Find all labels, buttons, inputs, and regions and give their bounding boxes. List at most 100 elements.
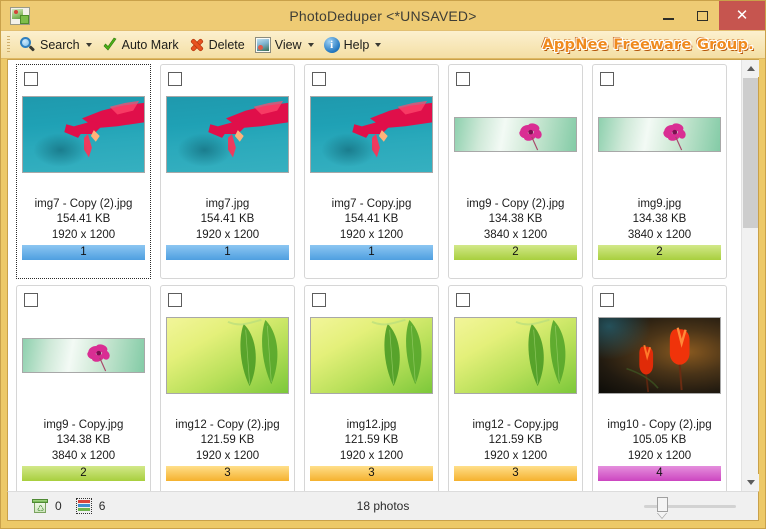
search-dropdown-caret-icon[interactable] xyxy=(85,42,92,47)
toolbar-auto-mark-button[interactable]: Auto Mark xyxy=(97,34,184,56)
file-name: img12 - Copy.jpg xyxy=(472,418,559,431)
select-checkbox[interactable] xyxy=(312,72,326,86)
thumbnail-metadata: img9 - Copy (2).jpg 134.38 KB 3840 x 1200 2 xyxy=(454,197,577,279)
recycle-bin-icon: ♺ xyxy=(32,498,48,514)
scroll-down-button[interactable] xyxy=(742,474,759,491)
thumbnail-slot xyxy=(454,312,577,398)
file-size: 121.59 KB xyxy=(488,434,543,446)
thumbnail-card[interactable]: img7 - Copy.jpg 154.41 KB 1920 x 1200 1 xyxy=(304,64,439,279)
thumbnail-art-cactus-flower xyxy=(167,96,288,172)
status-counters: ♺ 0 6 xyxy=(32,498,119,514)
toolbar-delete-button[interactable]: Delete xyxy=(184,34,250,56)
thumbnail-image[interactable] xyxy=(598,316,721,394)
file-dimensions: 1920 x 1200 xyxy=(51,228,116,241)
select-checkbox[interactable] xyxy=(168,293,182,307)
thumbnail-art-pink-flower xyxy=(599,117,720,151)
thumbnail-metadata: img9 - Copy.jpg 134.38 KB 3840 x 1200 2 xyxy=(22,418,145,492)
photo-app-icon xyxy=(10,6,30,25)
thumbnail-slot xyxy=(310,312,433,398)
select-checkbox[interactable] xyxy=(456,293,470,307)
thumbnail-image[interactable] xyxy=(454,116,577,152)
slider-knob[interactable] xyxy=(657,497,668,512)
thumbnail-slot xyxy=(166,91,289,177)
maximize-button[interactable] xyxy=(685,1,719,30)
thumbnail-image[interactable] xyxy=(166,95,289,173)
thumbnail-image[interactable] xyxy=(454,316,577,394)
toolbar-search-button[interactable]: Search xyxy=(15,34,97,56)
file-dimensions: 3840 x 1200 xyxy=(51,449,116,462)
thumbnail-image[interactable] xyxy=(598,116,721,152)
file-size: 154.41 KB xyxy=(344,213,399,225)
thumbnail-art-red-tulips xyxy=(599,317,720,393)
deleted-count: 0 xyxy=(55,499,62,513)
thumbnail-image[interactable] xyxy=(310,95,433,173)
thumbnail-image[interactable] xyxy=(310,316,433,394)
thumbnail-slot xyxy=(598,91,721,177)
file-name: img7 - Copy (2).jpg xyxy=(34,197,133,210)
file-dimensions: 1920 x 1200 xyxy=(195,449,260,462)
file-size: 121.59 KB xyxy=(344,434,399,446)
title-bar: PhotoDeduper <*UNSAVED> ✕ xyxy=(1,1,765,30)
select-checkbox[interactable] xyxy=(600,72,614,86)
file-name: img10 - Copy (2).jpg xyxy=(607,418,712,431)
thumbnail-metadata: img7 - Copy.jpg 154.41 KB 1920 x 1200 1 xyxy=(310,197,433,279)
thumbnail-card[interactable]: img10 - Copy (2).jpg 105.05 KB 1920 x 1200… xyxy=(592,285,727,491)
thumbnail-card[interactable]: img12 - Copy.jpg 121.59 KB 1920 x 1200 3 xyxy=(448,285,583,491)
thumbnail-grid: img7 - Copy (2).jpg 154.41 KB 1920 x 1200 1… xyxy=(16,64,741,491)
scroll-up-button[interactable] xyxy=(742,60,759,77)
thumbnail-image[interactable] xyxy=(22,337,145,373)
select-checkbox[interactable] xyxy=(24,293,38,307)
thumbnail-slot xyxy=(310,91,433,177)
select-checkbox[interactable] xyxy=(24,72,38,86)
thumbnail-art-green-leaves xyxy=(311,317,432,393)
file-size: 121.59 KB xyxy=(200,434,255,446)
select-checkbox[interactable] xyxy=(600,293,614,307)
select-checkbox[interactable] xyxy=(456,72,470,86)
thumbnail-slot xyxy=(22,91,145,177)
toolbar-view-label: View xyxy=(274,37,302,52)
file-name: img9 - Copy (2).jpg xyxy=(466,197,565,210)
green-check-icon xyxy=(102,37,118,53)
toolbar-view-button[interactable]: View xyxy=(250,34,319,56)
thumbnail-metadata: img12 - Copy.jpg 121.59 KB 1920 x 1200 3 xyxy=(454,418,577,492)
file-size: 154.41 KB xyxy=(56,213,111,225)
thumbnail-slot xyxy=(22,312,145,398)
toolbar-grip[interactable] xyxy=(7,36,10,53)
thumbnail-card[interactable]: img9 - Copy.jpg 134.38 KB 3840 x 1200 2 xyxy=(16,285,151,491)
thumbnail-size-slider[interactable] xyxy=(644,496,736,516)
info-icon: i xyxy=(323,36,340,53)
view-dropdown-caret-icon[interactable] xyxy=(307,42,314,47)
file-size: 134.38 KB xyxy=(632,213,687,225)
thumbnail-card[interactable]: img12.jpg 121.59 KB 1920 x 1200 3 xyxy=(304,285,439,491)
close-button[interactable]: ✕ xyxy=(719,1,765,30)
thumbnail-card[interactable]: img7 - Copy (2).jpg 154.41 KB 1920 x 1200 1 xyxy=(16,64,151,279)
magnifier-icon xyxy=(20,36,36,53)
marked-items-icon xyxy=(75,498,92,514)
vertical-scrollbar[interactable] xyxy=(741,60,759,491)
select-checkbox[interactable] xyxy=(168,72,182,86)
group-badge: 1 xyxy=(22,245,145,260)
minimize-button[interactable] xyxy=(651,1,685,30)
thumbnail-grid-scroll-area[interactable]: img7 - Copy (2).jpg 154.41 KB 1920 x 1200 1… xyxy=(8,60,741,491)
toolbar-help-button[interactable]: i Help xyxy=(319,34,387,56)
thumbnail-card[interactable]: img9 - Copy (2).jpg 134.38 KB 3840 x 1200 2 xyxy=(448,64,583,279)
thumbnail-image[interactable] xyxy=(166,316,289,394)
thumbnail-metadata: img9.jpg 134.38 KB 3840 x 1200 2 xyxy=(598,197,721,279)
file-name: img12.jpg xyxy=(346,418,397,431)
thumbnail-metadata: img7 - Copy (2).jpg 154.41 KB 1920 x 1200 1 xyxy=(22,197,145,279)
thumbnail-art-cactus-flower xyxy=(311,96,432,172)
file-size: 105.05 KB xyxy=(632,434,687,446)
thumbnail-card[interactable]: img7.jpg 154.41 KB 1920 x 1200 1 xyxy=(160,64,295,279)
red-x-icon xyxy=(189,37,205,53)
thumbnail-slot xyxy=(598,312,721,398)
thumbnail-card[interactable]: img9.jpg 134.38 KB 3840 x 1200 2 xyxy=(592,64,727,279)
thumbnail-image[interactable] xyxy=(22,95,145,173)
status-bar: ♺ 0 6 18 photos xyxy=(7,491,759,521)
chevron-up-icon xyxy=(746,66,755,71)
thumbnail-card[interactable]: img12 - Copy (2).jpg 121.59 KB 1920 x 1200… xyxy=(160,285,295,491)
select-checkbox[interactable] xyxy=(312,293,326,307)
app-icon-badge xyxy=(20,14,29,24)
scrollbar-thumb[interactable] xyxy=(743,78,758,228)
help-dropdown-caret-icon[interactable] xyxy=(375,42,382,47)
file-size: 134.38 KB xyxy=(56,434,111,446)
